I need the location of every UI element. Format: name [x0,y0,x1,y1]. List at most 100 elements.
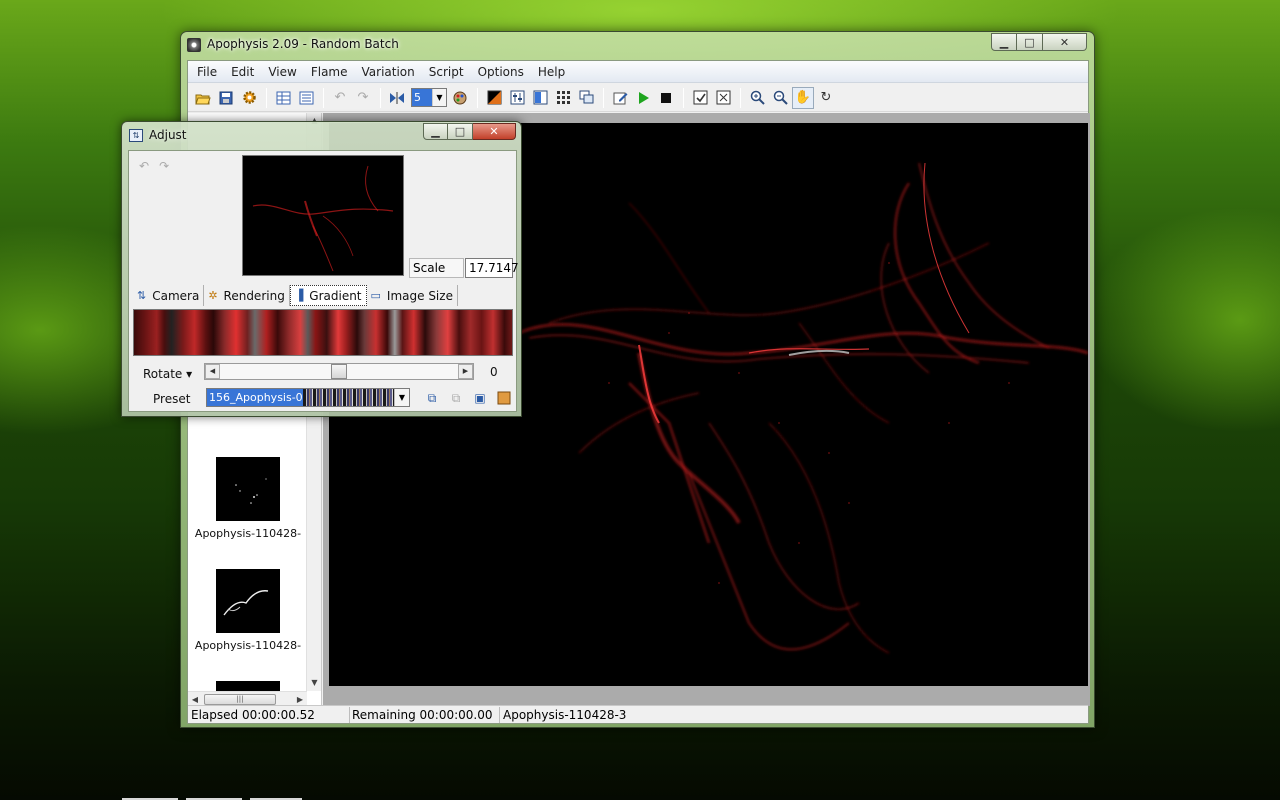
gradient-editor-icon[interactable] [483,87,505,109]
list-view-icon[interactable] [272,87,294,109]
adjust-window-controls: ▁ □ ✕ [423,123,516,140]
image-size-icon: ▭ [370,289,381,302]
apophysis-app-icon [187,38,201,52]
thumbnail-label: Apophysis-110428- [194,639,302,652]
adjust-maximize-button[interactable]: □ [448,123,473,140]
render-gear-icon[interactable] [238,87,260,109]
rotate-value: 0 [490,365,498,379]
tab-image-size[interactable]: ▭ Image Size [367,285,458,306]
adjust-icon[interactable] [506,87,528,109]
menu-options[interactable]: Options [471,65,531,79]
toolbar-separator [683,87,684,108]
scroll-down-icon[interactable]: ▼ [307,675,322,691]
gradient-icon[interactable] [529,87,551,109]
undo-icon[interactable]: ↶ [329,87,351,109]
preset-gradient-swatch [303,389,395,406]
rotate-slider[interactable]: ◀ ▶ [204,363,474,380]
flip-icon[interactable] [386,87,408,109]
thumbnail-label: Apophysis-110428- [194,527,302,540]
adjust-undo-icon[interactable]: ↶ [139,159,149,173]
preset-actions: ⧉ ⧉ ▣ [423,389,513,407]
copy-icon[interactable]: ⧉ [423,389,441,407]
rotate-menu-label[interactable]: Rotate ▾ [143,367,192,381]
smooth-palette-icon[interactable] [495,389,513,407]
thumbnail-image [216,569,280,633]
slider-thumb[interactable] [331,364,347,379]
thumbnail-image [216,457,280,521]
status-elapsed: Elapsed 00:00:00.52 [188,706,350,723]
slider-left-icon[interactable]: ◀ [205,364,220,379]
edit-script-icon[interactable] [609,87,631,109]
scale-input[interactable]: 17.7147 [465,258,519,278]
toolbar-separator [323,87,324,108]
adjust-preview[interactable] [242,155,404,276]
zoom-in-icon[interactable] [746,87,768,109]
menu-variation[interactable]: Variation [355,65,422,79]
preset-label: Preset [153,392,191,406]
adjust-tabs: ⇅ Camera ✲ Rendering ▐ Gradient ▭ Image Size [133,285,513,306]
scale-label: Scale [409,258,464,278]
pan-hand-icon[interactable]: ✋ [792,86,814,109]
preset-select[interactable]: 156_Apophysis-04 ▼ [206,388,410,407]
paste-icon[interactable]: ⧉ [447,389,465,407]
scrollbar-thumb[interactable]: ||| [204,694,276,705]
quality-select-value: 5 [412,89,432,106]
minimize-button[interactable]: ▁ [991,33,1017,51]
main-toolbar: ↶ ↷ 5 ▼ ✋ ↻ [188,84,1088,112]
menu-edit[interactable]: Edit [224,65,261,79]
thumbnail-item[interactable]: Apophysis-110428- [188,569,308,652]
windows-icon[interactable] [575,87,597,109]
main-titlebar[interactable]: Apophysis 2.09 - Random Batch ▁ □ ✕ [181,32,1094,58]
camera-icon: ⇅ [137,289,147,302]
thumbnail-horizontal-scrollbar[interactable]: ◀ ||| ▶ [188,691,307,706]
gradient-icon: ▐ [294,289,304,302]
preset-select-value: 156_Apophysis-04 [207,389,303,406]
menu-script[interactable]: Script [422,65,471,79]
toolbar-separator [380,87,381,108]
chevron-down-icon: ▼ [394,389,409,406]
tab-rendering[interactable]: ✲ Rendering [204,285,290,306]
run-script-icon[interactable] [632,87,654,109]
toolbar-separator [266,87,267,108]
thumbnail-item[interactable] [188,681,308,691]
mutate-grid-icon[interactable] [552,87,574,109]
zoom-out-icon[interactable] [769,87,791,109]
toolbar-separator [477,87,478,108]
quality-select[interactable]: 5 ▼ [411,88,447,107]
adjust-app-icon: ⇅ [129,129,143,142]
stop-script-icon[interactable] [655,87,677,109]
menu-flame[interactable]: Flame [304,65,355,79]
open-folder-icon[interactable] [192,87,214,109]
menu-view[interactable]: View [261,65,303,79]
thumbnail-item[interactable]: Apophysis-110428- [188,457,308,540]
toolbar-separator [740,87,741,108]
redo-icon[interactable]: ↷ [352,87,374,109]
detail-view-icon[interactable] [295,87,317,109]
window-controls: ▁ □ ✕ [991,33,1087,51]
save-gradient-icon[interactable]: ▣ [471,389,489,407]
adjust-dialog: ⇅ Adjust ▁ □ ✕ ↶ ↷ Scale 17.7147 ⇅ Camer… [121,121,522,417]
fit-window-icon[interactable] [712,87,734,109]
chevron-down-icon: ▼ [432,89,446,106]
adjust-undo-redo: ↶ ↷ [139,159,169,173]
adjust-minimize-button[interactable]: ▁ [423,123,448,140]
save-icon[interactable] [215,87,237,109]
menu-help[interactable]: Help [531,65,572,79]
adjust-close-button[interactable]: ✕ [473,123,516,140]
status-flame-name: Apophysis-110428-3 [503,707,627,722]
palette-icon[interactable] [449,87,471,109]
slider-right-icon[interactable]: ▶ [458,364,473,379]
adjust-redo-icon[interactable]: ↷ [159,159,169,173]
close-button[interactable]: ✕ [1043,33,1087,51]
thumbnail-image [216,681,280,691]
toolbar-separator [603,87,604,108]
status-remaining: Remaining 00:00:00.00 [350,706,500,723]
maximize-button[interactable]: □ [1017,33,1043,51]
checkbox-icon[interactable] [689,87,711,109]
gradient-preview-bar[interactable] [133,309,513,356]
tab-camera[interactable]: ⇅ Camera [133,285,205,306]
menu-file[interactable]: File [190,65,224,79]
tab-gradient[interactable]: ▐ Gradient [289,285,367,306]
rotate-icon[interactable]: ↻ [815,87,837,109]
adjust-client-area: ↶ ↷ Scale 17.7147 ⇅ Camera ✲ Rendering ▐ Gr… [128,150,519,412]
